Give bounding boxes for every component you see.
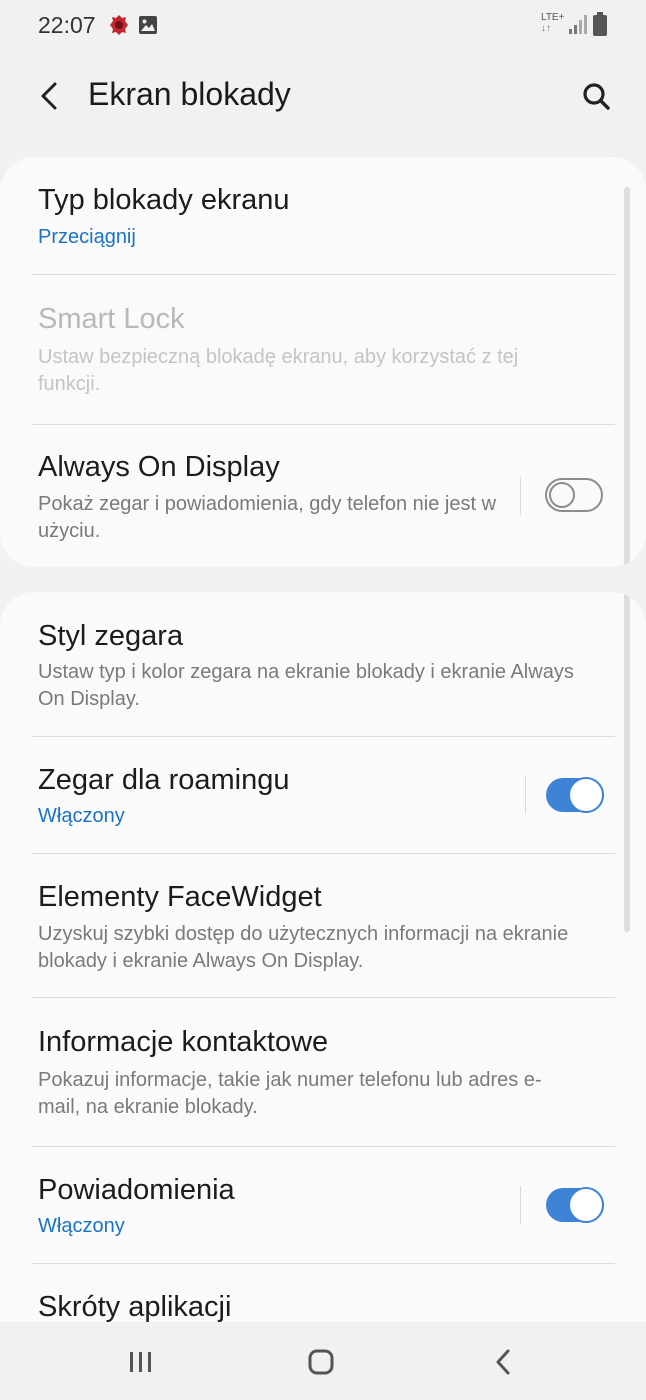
back-icon [496,1349,510,1375]
home-icon [308,1349,334,1375]
image-icon [138,15,158,40]
battery-icon [593,12,607,41]
setting-facewidget[interactable]: Elementy FaceWidget Uzyskuj szybki dostę… [0,854,646,997]
status-bar: 22:07 LTE+ ↓↑ [0,0,646,52]
scrollbar[interactable] [624,187,630,567]
scrollbar[interactable] [624,592,630,932]
status-time: 22:07 [38,12,96,38]
always-on-display-toggle[interactable] [545,478,603,512]
settings-card-display: Styl zegara Ustaw typ i kolor zegara na … [0,592,646,1332]
system-back-button[interactable] [479,1340,527,1384]
search-icon [583,83,610,110]
recent-apps-icon [130,1352,151,1372]
setting-title: Always On Display [38,451,280,483]
notifications-toggle[interactable] [546,1187,604,1223]
back-arrow-icon [41,82,57,110]
setting-clock-style[interactable]: Styl zegara Ustaw typ i kolor zegara na … [0,592,646,736]
vertical-separator [525,776,526,814]
roaming-clock-toggle[interactable] [546,777,604,813]
back-button[interactable] [28,74,72,118]
setting-title: Styl zegara [38,620,184,652]
setting-title: Informacje kontaktowe [38,1026,329,1058]
setting-title: Typ blokady ekranu [38,184,290,216]
setting-title: Powiadomienia [38,1174,235,1206]
setting-subtitle: Pokazuj informacje, takie jak numer tele… [38,1069,542,1118]
search-button[interactable] [574,74,618,118]
app-bar: Ekran blokady [0,60,646,132]
setting-subtitle: Włączony [38,805,125,827]
setting-title: Smart Lock [38,303,185,335]
setting-subtitle: Uzyskuj szybki dostęp do użytecznych inf… [38,923,569,972]
setting-roaming-clock[interactable]: Zegar dla roamingu Włączony [0,737,646,853]
signal-icon [568,13,588,40]
setting-title: Elementy FaceWidget [38,881,322,913]
setting-contact-info[interactable]: Informacje kontaktowe Pokazuj informacje… [0,998,646,1146]
vertical-separator [520,1186,521,1224]
setting-screen-lock-type[interactable]: Typ blokady ekranu Przeciągnij [0,157,646,274]
setting-subtitle: Ustaw typ i kolor zegara na ekranie blok… [38,661,574,710]
setting-subtitle: Pokaż zegar i powiadomienia, gdy telefon… [38,493,497,542]
setting-subtitle: Ustaw bezpieczną blokadę ekranu, aby kor… [38,346,519,395]
setting-title: Skróty aplikacji [38,1291,232,1323]
setting-notifications[interactable]: Powiadomienia Włączony [0,1147,646,1263]
setting-subtitle: Włączony [38,1215,125,1237]
network-type-text: LTE+ [541,12,565,23]
network-type-label: LTE+ ↓↑ [541,12,565,34]
home-button[interactable] [297,1340,345,1384]
setting-subtitle: Przeciągnij [38,226,136,248]
recent-apps-button[interactable] [116,1340,164,1384]
navigation-bar [0,1322,646,1400]
vertical-separator [520,477,521,515]
setting-title: Zegar dla roamingu [38,764,290,796]
setting-always-on-display[interactable]: Always On Display Pokaż zegar i powiadom… [0,425,646,567]
setting-smart-lock: Smart Lock Ustaw bezpieczną blokadę ekra… [0,275,646,424]
settings-card-security: Typ blokady ekranu Przeciągnij Smart Loc… [0,157,646,567]
page-title: Ekran blokady [88,76,291,112]
app-notification-icon [108,12,130,43]
